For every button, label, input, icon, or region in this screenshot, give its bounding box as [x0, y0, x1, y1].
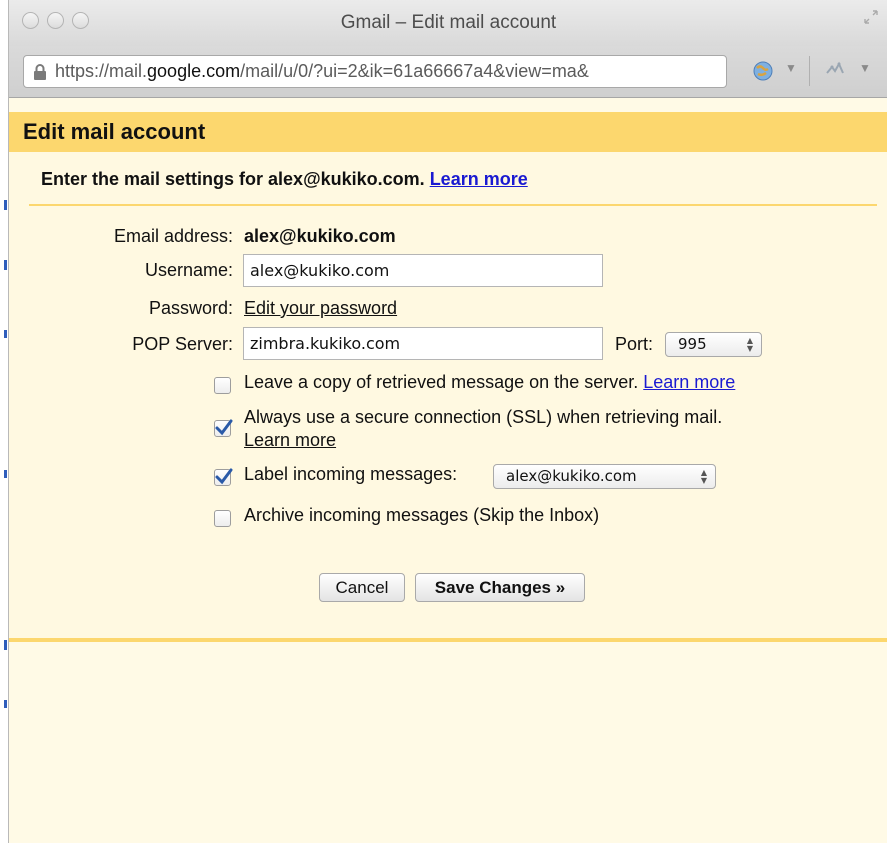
username-label: Username: [144, 260, 233, 280]
edge-mark [4, 260, 7, 270]
extension-icon[interactable] [823, 59, 847, 83]
extension-menu-chevron-down-icon[interactable]: ▼ [859, 61, 873, 85]
label-incoming-checkbox[interactable] [214, 468, 233, 486]
divider [29, 204, 877, 206]
pop-server-input[interactable]: zimbra.kukiko.com [243, 327, 603, 360]
popup-window: Gmail – Edit mail account https://mail.g… [8, 0, 887, 843]
edge-mark [4, 700, 7, 708]
checkmark-icon [215, 468, 233, 485]
leave-copy-learn-more-link[interactable]: Learn more [643, 372, 735, 392]
intro-text: Enter the mail settings for alex@kukiko.… [41, 169, 528, 190]
leave-copy-option: Leave a copy of retrieved message on the… [244, 372, 735, 393]
checkmark-icon [215, 419, 233, 436]
ssl-learn-more-link[interactable]: Learn more [244, 430, 336, 451]
cancel-button[interactable]: Cancel [319, 573, 405, 602]
lock-icon [34, 64, 46, 80]
select-arrows-icon: ▲ ▼ [700, 468, 707, 485]
globe-menu-chevron-down-icon[interactable]: ▼ [785, 61, 799, 85]
intro-label: Enter the mail settings for alex@kukiko.… [41, 169, 425, 189]
select-arrows-icon: ▲ ▼ [746, 336, 753, 353]
save-changes-button[interactable]: Save Changes » [415, 573, 585, 602]
port-select[interactable]: 995 ▲ ▼ [665, 332, 762, 357]
page-title: Edit mail account [23, 119, 206, 144]
leave-copy-checkbox[interactable] [214, 377, 231, 394]
browser-toolbar: https://mail.google.com/mail/u/0/?ui=2&i… [9, 46, 887, 98]
edit-password-link[interactable]: Edit your password [244, 298, 397, 319]
username-input[interactable]: alex@kukiko.com [243, 254, 603, 287]
ssl-label: Always use a secure connection (SSL) whe… [244, 407, 723, 427]
settings-panel: Enter the mail settings for alex@kukiko.… [9, 152, 887, 642]
ssl-checkbox[interactable] [214, 419, 233, 437]
password-label: Password: [148, 298, 233, 318]
archive-checkbox[interactable] [214, 510, 231, 527]
globe-icon[interactable] [751, 59, 775, 83]
edge-mark [4, 330, 7, 338]
intro-learn-more-link[interactable]: Learn more [430, 169, 528, 189]
archive-label: Archive incoming messages (Skip the Inbo… [244, 505, 600, 525]
label-select-value: alex@kukiko.com [506, 467, 637, 485]
url-text: https://mail.google.com/mail/u/0/?ui=2&i… [55, 61, 589, 81]
port-label: Port: [615, 334, 654, 354]
toolbar-divider [809, 56, 810, 86]
edge-mark [4, 470, 7, 478]
email-address-label: Email address: [113, 226, 233, 246]
email-address-value: alex@kukiko.com [244, 226, 396, 246]
window-title: Gmail – Edit mail account [340, 12, 557, 33]
edge-mark [4, 640, 7, 650]
pop-server-label: POP Server: [132, 334, 233, 354]
edge-mark [4, 200, 7, 210]
label-select[interactable]: alex@kukiko.com ▲ ▼ [493, 464, 716, 489]
port-select-value: 995 [678, 335, 707, 353]
background-page-edge [0, 0, 8, 843]
title-bar[interactable]: Gmail – Edit mail account [9, 0, 887, 46]
url-bar[interactable]: https://mail.google.com/mail/u/0/?ui=2&i… [23, 55, 727, 88]
dialog-header: Edit mail account [9, 112, 887, 152]
fullscreen-icon[interactable] [864, 10, 878, 24]
leave-copy-label: Leave a copy of retrieved message on the… [244, 372, 639, 392]
label-incoming-label: Label incoming messages: [244, 464, 458, 484]
page-content: Edit mail account Enter the mail setting… [9, 98, 887, 843]
